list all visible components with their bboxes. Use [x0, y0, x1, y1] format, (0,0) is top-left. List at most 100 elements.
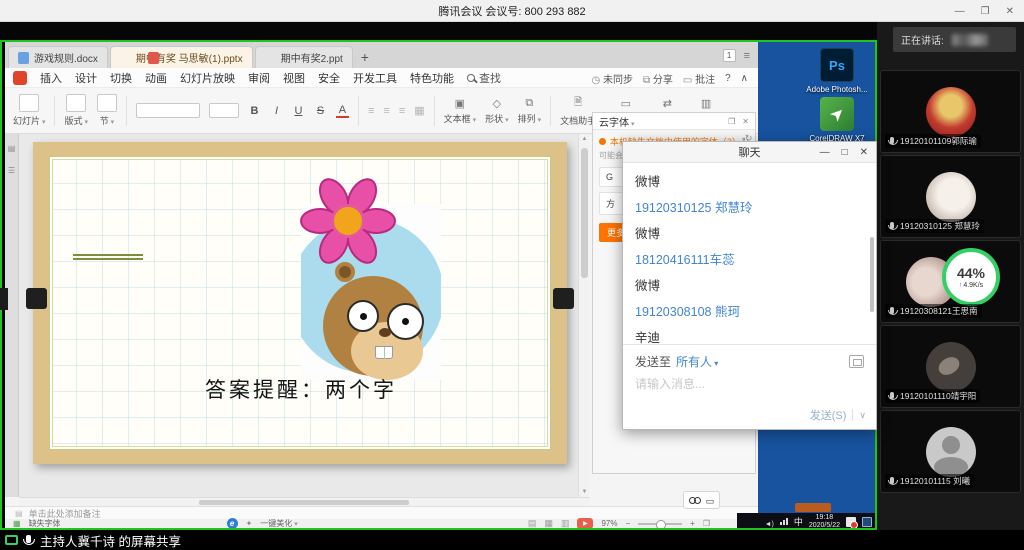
italic-button[interactable]: I — [270, 105, 283, 117]
scrollbar-thumb[interactable] — [581, 148, 588, 278]
chat-titlebar[interactable]: 聊天 — □ ✕ — [623, 142, 876, 163]
participant-tile[interactable]: 19120101110靖宇阳 — [880, 325, 1021, 408]
menu-slideshow[interactable]: 幻灯片放映 — [180, 70, 235, 86]
browser-icon[interactable]: e — [227, 518, 238, 529]
fullscreen-icon[interactable] — [703, 519, 710, 528]
columns-icon[interactable] — [414, 104, 424, 117]
beautify-button[interactable]: 一键美化 — [260, 518, 297, 529]
scrollbar-thumb[interactable] — [199, 500, 409, 505]
tray-clock[interactable]: 19:18 2020/5/22 — [809, 514, 840, 530]
action-center-icon[interactable] — [862, 517, 872, 527]
keyboard-icon[interactable] — [706, 491, 715, 509]
zoom-out-button[interactable]: − — [625, 519, 630, 528]
answer-hint-text[interactable]: 答案提醒：两个字 — [141, 374, 461, 404]
menu-insert[interactable]: 插入 — [40, 70, 62, 86]
maximize-icon[interactable]: □ — [842, 147, 848, 158]
new-tab-button[interactable]: + — [355, 46, 375, 68]
chat-message[interactable]: 19120308108 熊珂 — [635, 301, 864, 320]
doc-assistant-button[interactable]: 文档助手 — [560, 95, 596, 127]
flower-image[interactable] — [295, 170, 399, 270]
normal-view-icon[interactable] — [528, 518, 537, 529]
chat-message[interactable]: 18120416111车蕊 — [635, 249, 864, 268]
chat-input[interactable] — [635, 377, 864, 391]
shapes-button[interactable]: 形状 — [485, 97, 508, 125]
align-left-icon[interactable] — [368, 105, 374, 117]
scroll-down-icon[interactable]: ▼ — [579, 489, 589, 495]
menu-animation[interactable]: 动画 — [145, 70, 167, 86]
maximize-icon[interactable]: ❐ — [981, 6, 990, 17]
floating-tool-pill[interactable] — [683, 491, 720, 509]
align-center-icon[interactable] — [383, 105, 389, 117]
participant-tile[interactable]: 19120101109郭际瑜 — [880, 70, 1021, 153]
chat-scrollbar[interactable] — [870, 237, 874, 312]
minimize-icon[interactable]: — — [820, 147, 830, 158]
network-icon[interactable] — [780, 518, 788, 525]
participant-tile[interactable]: 44% ↑4.9K/s 19120308121王思南 — [880, 240, 1021, 323]
textbox-button[interactable]: 文本框 — [444, 97, 476, 125]
font-name-input[interactable] — [136, 103, 200, 118]
missing-fonts-label[interactable]: 缺失字体 — [29, 518, 61, 529]
align-right-icon[interactable] — [399, 105, 405, 117]
menu-review[interactable]: 审阅 — [248, 70, 270, 86]
horizontal-scrollbar[interactable] — [19, 497, 589, 506]
slides-view-icon[interactable] — [8, 160, 15, 178]
volume-icon[interactable] — [765, 513, 774, 531]
coreldraw-icon[interactable] — [820, 97, 854, 131]
close-icon[interactable]: ✕ — [742, 117, 749, 126]
notification-badge[interactable]: 1 — [723, 49, 736, 62]
ime-indicator[interactable]: 中 — [794, 515, 803, 528]
comment-button[interactable]: 批注 — [683, 71, 715, 86]
chat-message[interactable]: 19120310125 郑慧玲 — [635, 197, 864, 216]
layout-button[interactable]: 版式 — [64, 94, 87, 127]
photoshop-icon[interactable]: Ps — [820, 48, 854, 82]
screenshot-icon[interactable] — [849, 355, 864, 368]
menu-security[interactable]: 安全 — [318, 70, 340, 86]
help-button[interactable]: ? — [725, 73, 731, 84]
reading-view-icon[interactable] — [561, 518, 570, 529]
find-button[interactable]: 查找 — [467, 70, 501, 86]
tab-ppt2[interactable]: 期中有奖2.ppt — [255, 46, 353, 68]
wps-logo-icon[interactable] — [13, 71, 27, 85]
outline-view-icon[interactable] — [8, 138, 16, 156]
share-button[interactable]: 分享 — [643, 71, 673, 86]
notes-bar[interactable]: 单击此处添加备注 — [5, 506, 758, 519]
close-icon[interactable]: ✕ — [1006, 6, 1014, 17]
cloud-fonts-title[interactable]: 云字体 — [599, 114, 634, 129]
tab-pptx-active[interactable]: 期中有奖 马思敏(1).pptx — [110, 46, 253, 68]
pane-resize-handle[interactable] — [0, 288, 8, 310]
menu-design[interactable]: 设计 — [75, 70, 97, 86]
font-color-button[interactable]: A — [336, 104, 349, 118]
send-options-icon[interactable] — [859, 409, 866, 421]
slide-thumbnail-pane[interactable] — [5, 134, 19, 497]
send-button[interactable]: 发送(S) — [810, 407, 847, 423]
chat-message-list[interactable]: 微博 19120310125 郑慧玲 微博 18120416111车蕊 微博 1… — [623, 163, 876, 344]
scroll-up-icon[interactable]: ▲ — [579, 136, 589, 142]
tab-docx[interactable]: 游戏规则.docx — [8, 46, 108, 68]
notification-tray-icon[interactable] — [846, 517, 856, 527]
close-icon[interactable]: ✕ — [860, 147, 868, 158]
collapse-ribbon-button[interactable]: ∧ — [741, 73, 748, 84]
minimize-icon[interactable]: — — [955, 6, 965, 17]
slide-editing-area[interactable]: 答案提醒：两个字 ▲ ▼ — [19, 134, 589, 497]
zoom-in-button[interactable]: + — [690, 519, 695, 528]
participant-tile[interactable]: 19120310125 郑慧玲 — [880, 155, 1021, 238]
font-size-input[interactable] — [209, 103, 239, 118]
zoom-slider[interactable] — [638, 523, 682, 525]
slide-canvas[interactable]: 答案提醒：两个字 — [33, 142, 567, 464]
slideshow-play-button[interactable] — [577, 518, 593, 529]
pin-icon[interactable]: ❐ — [728, 117, 735, 126]
slide-sorter-icon[interactable] — [544, 518, 553, 529]
new-slide-button[interactable]: 幻灯片 — [13, 94, 45, 127]
vertical-scrollbar[interactable]: ▲ ▼ — [578, 134, 589, 497]
send-target-dropdown[interactable]: 所有人 — [676, 353, 718, 370]
section-button[interactable]: 节 — [97, 94, 117, 127]
bold-button[interactable]: B — [248, 105, 261, 117]
menu-devtools[interactable]: 开发工具 — [353, 70, 397, 86]
arrange-button[interactable]: 排列 — [518, 97, 541, 125]
menu-transition[interactable]: 切换 — [110, 70, 132, 86]
sync-status[interactable]: 未同步 — [591, 71, 633, 86]
participant-tile[interactable]: 19120101115 刘曦 — [880, 410, 1021, 493]
strikethrough-button[interactable]: S — [314, 105, 327, 117]
eye-protection-icon[interactable] — [689, 497, 701, 503]
underline-button[interactable]: U — [292, 105, 305, 117]
